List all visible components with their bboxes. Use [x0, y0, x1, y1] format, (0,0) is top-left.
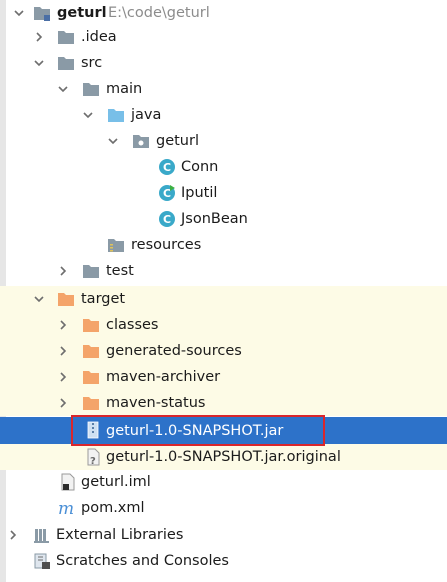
- file-label: geturl-1.0-SNAPSHOT.jar.original: [106, 449, 341, 465]
- class-icon: C: [158, 210, 176, 228]
- tree-row-external-libraries[interactable]: External Libraries: [0, 522, 447, 548]
- chevron-right-icon[interactable]: [56, 396, 70, 410]
- project-tree: geturl E:\code\geturl .idea src main jav…: [0, 0, 447, 582]
- folder-label: src: [81, 55, 103, 71]
- package-icon: [132, 132, 150, 150]
- chevron-down-icon[interactable]: [56, 82, 70, 96]
- class-label: Iputil: [181, 185, 218, 201]
- tree-row-scratches[interactable]: Scratches and Consoles: [0, 548, 447, 574]
- excluded-folder-icon: [82, 342, 100, 360]
- chevron-down-icon[interactable]: [12, 6, 26, 20]
- tree-row-jar-selected[interactable]: geturl-1.0-SNAPSHOT.jar: [0, 417, 447, 444]
- folder-label: classes: [106, 317, 159, 333]
- libraries-icon: [33, 526, 51, 544]
- svg-text:m: m: [58, 499, 74, 517]
- chevron-right-icon[interactable]: [56, 318, 70, 332]
- tree-row-project-root[interactable]: geturl E:\code\geturl: [0, 0, 447, 26]
- tree-row-class[interactable]: C Conn: [0, 154, 447, 180]
- class-label: JsonBean: [181, 211, 248, 227]
- chevron-down-icon[interactable]: [106, 134, 120, 148]
- jar-label: geturl-1.0-SNAPSHOT.jar: [106, 422, 284, 439]
- maven-icon: m: [57, 499, 75, 519]
- chevron-right-icon[interactable]: [32, 30, 46, 44]
- tree-row-test[interactable]: test: [0, 258, 447, 284]
- chevron-right-icon[interactable]: [56, 370, 70, 384]
- tree-row-target-child[interactable]: maven-status: [0, 390, 447, 416]
- module-folder-icon: [33, 4, 51, 22]
- folder-label: main: [106, 81, 143, 97]
- file-label: pom.xml: [81, 500, 145, 516]
- project-name: geturl: [57, 5, 107, 21]
- tree-row-target-child[interactable]: generated-sources: [0, 338, 447, 364]
- tree-row-class[interactable]: C JsonBean: [0, 206, 447, 232]
- folder-label: test: [106, 263, 134, 279]
- folder-icon: [57, 28, 75, 46]
- file-label: geturl.iml: [81, 474, 151, 490]
- excluded-folder-icon: [82, 368, 100, 386]
- package-label: geturl: [156, 133, 199, 149]
- chevron-right-icon[interactable]: [56, 344, 70, 358]
- tree-row-java[interactable]: java: [0, 102, 447, 128]
- chevron-right-icon[interactable]: [56, 264, 70, 278]
- chevron-right-icon[interactable]: [6, 528, 20, 542]
- scratches-label: Scratches and Consoles: [56, 553, 229, 569]
- tree-row-main[interactable]: main: [0, 76, 447, 102]
- excluded-folder-icon: [82, 316, 100, 334]
- folder-label: maven-status: [106, 395, 206, 411]
- folder-icon: [57, 54, 75, 72]
- tree-row-iml[interactable]: geturl.iml: [0, 469, 447, 495]
- svg-text:C: C: [163, 213, 171, 226]
- tree-row-class[interactable]: C Iputil: [0, 180, 447, 206]
- folder-label: maven-archiver: [106, 369, 221, 385]
- tree-row-target-child[interactable]: classes: [0, 312, 447, 338]
- project-path: E:\code\geturl: [108, 5, 210, 21]
- tree-row-idea[interactable]: .idea: [0, 24, 447, 50]
- tree-row-package[interactable]: geturl: [0, 128, 447, 154]
- jar-archive-icon: [84, 421, 102, 439]
- folder-icon: [82, 262, 100, 280]
- class-label: Conn: [181, 159, 219, 175]
- iml-file-icon: [59, 473, 77, 491]
- unknown-file-icon: ?: [84, 448, 102, 467]
- folder-label: generated-sources: [106, 343, 242, 359]
- chevron-down-icon[interactable]: [32, 292, 46, 306]
- tree-row-jar-original[interactable]: ? geturl-1.0-SNAPSHOT.jar.original: [0, 444, 447, 470]
- folder-label: resources: [131, 237, 202, 253]
- excluded-folder-icon: [57, 290, 75, 308]
- svg-text:C: C: [163, 161, 171, 174]
- scratches-icon: [33, 552, 51, 570]
- tree-row-target[interactable]: target: [0, 286, 447, 312]
- svg-text:?: ?: [90, 456, 96, 466]
- tree-row-resources[interactable]: resources: [0, 232, 447, 258]
- folder-icon: [82, 80, 100, 98]
- tree-row-pom[interactable]: m pom.xml: [0, 495, 447, 521]
- source-folder-icon: [107, 106, 125, 124]
- excluded-folder-icon: [82, 394, 100, 412]
- folder-label: target: [81, 291, 126, 307]
- runnable-class-icon: C: [158, 184, 176, 202]
- class-icon: C: [158, 158, 176, 176]
- tree-row-target-child[interactable]: maven-archiver: [0, 364, 447, 390]
- resources-folder-icon: [107, 236, 125, 254]
- external-libraries-label: External Libraries: [56, 527, 184, 543]
- chevron-down-icon[interactable]: [81, 108, 95, 122]
- tree-row-src[interactable]: src: [0, 50, 447, 76]
- svg-text:C: C: [163, 187, 171, 200]
- chevron-down-icon[interactable]: [32, 56, 46, 70]
- folder-label: java: [131, 107, 162, 123]
- folder-label: .idea: [81, 29, 117, 45]
